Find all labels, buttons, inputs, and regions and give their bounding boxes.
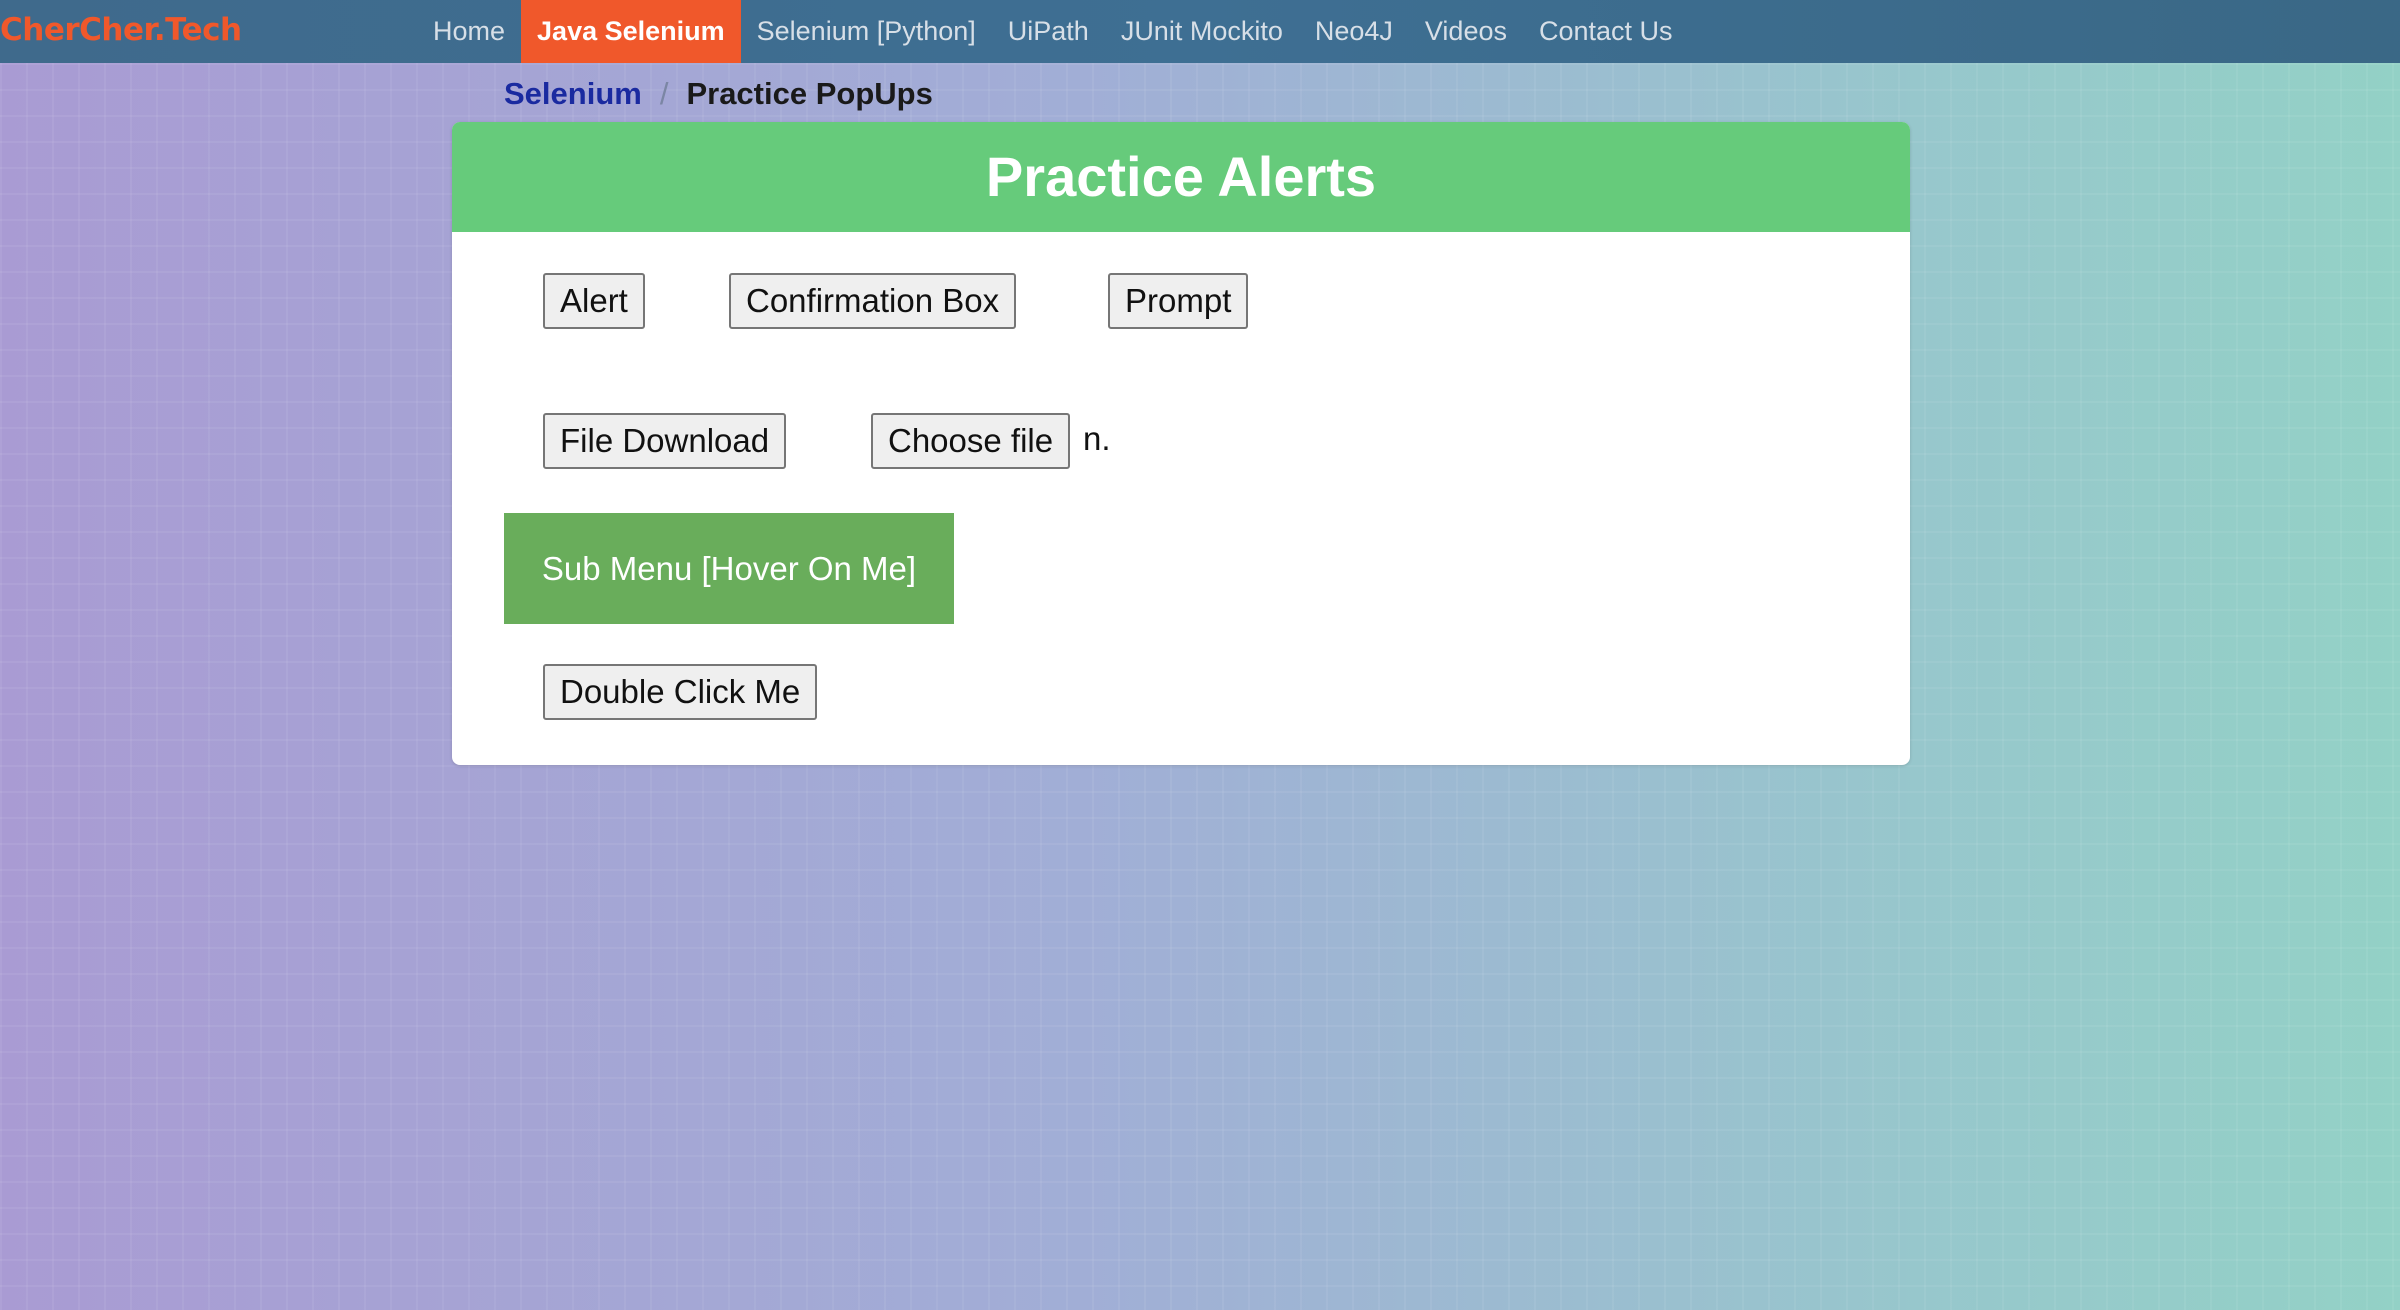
- file-status-text: n.: [1083, 420, 1111, 457]
- alert-button[interactable]: Alert: [543, 273, 645, 329]
- practice-card: Practice Alerts Alert Confirmation Box P…: [452, 122, 1910, 765]
- card-title: Practice Alerts: [452, 122, 1910, 232]
- nav-item-java-selenium[interactable]: Java Selenium: [521, 0, 741, 63]
- nav-item-videos[interactable]: Videos: [1409, 0, 1523, 63]
- breadcrumb: Selenium / Practice PopUps: [504, 76, 933, 112]
- nav-item-junit-mockito[interactable]: JUnit Mockito: [1105, 0, 1299, 63]
- file-download-button[interactable]: File Download: [543, 413, 787, 469]
- brand-logo[interactable]: CherCher.Tech: [0, 12, 242, 48]
- nav-item-contact-us[interactable]: Contact Us: [1523, 0, 1689, 63]
- nav-item-neo4j[interactable]: Neo4J: [1299, 0, 1409, 63]
- submenu-hover-button[interactable]: Sub Menu [Hover On Me]: [504, 513, 954, 624]
- breadcrumb-link-selenium[interactable]: Selenium: [504, 76, 642, 112]
- nav-item-uipath[interactable]: UiPath: [992, 0, 1105, 63]
- prompt-button[interactable]: Prompt: [1108, 273, 1249, 329]
- double-click-button[interactable]: Double Click Me: [543, 664, 818, 720]
- nav-item-home[interactable]: Home: [417, 0, 521, 63]
- choose-file-button[interactable]: Choose file: [871, 413, 1071, 469]
- nav-item-selenium-python[interactable]: Selenium [Python]: [741, 0, 992, 63]
- confirmation-box-button[interactable]: Confirmation Box: [729, 273, 1017, 329]
- breadcrumb-current: Practice PopUps: [686, 76, 933, 111]
- breadcrumb-separator: /: [659, 76, 669, 111]
- nav-menu: Home Java Selenium Selenium [Python] UiP…: [417, 0, 1689, 63]
- top-navbar: CherCher.Tech Home Java Selenium Seleniu…: [0, 0, 2400, 63]
